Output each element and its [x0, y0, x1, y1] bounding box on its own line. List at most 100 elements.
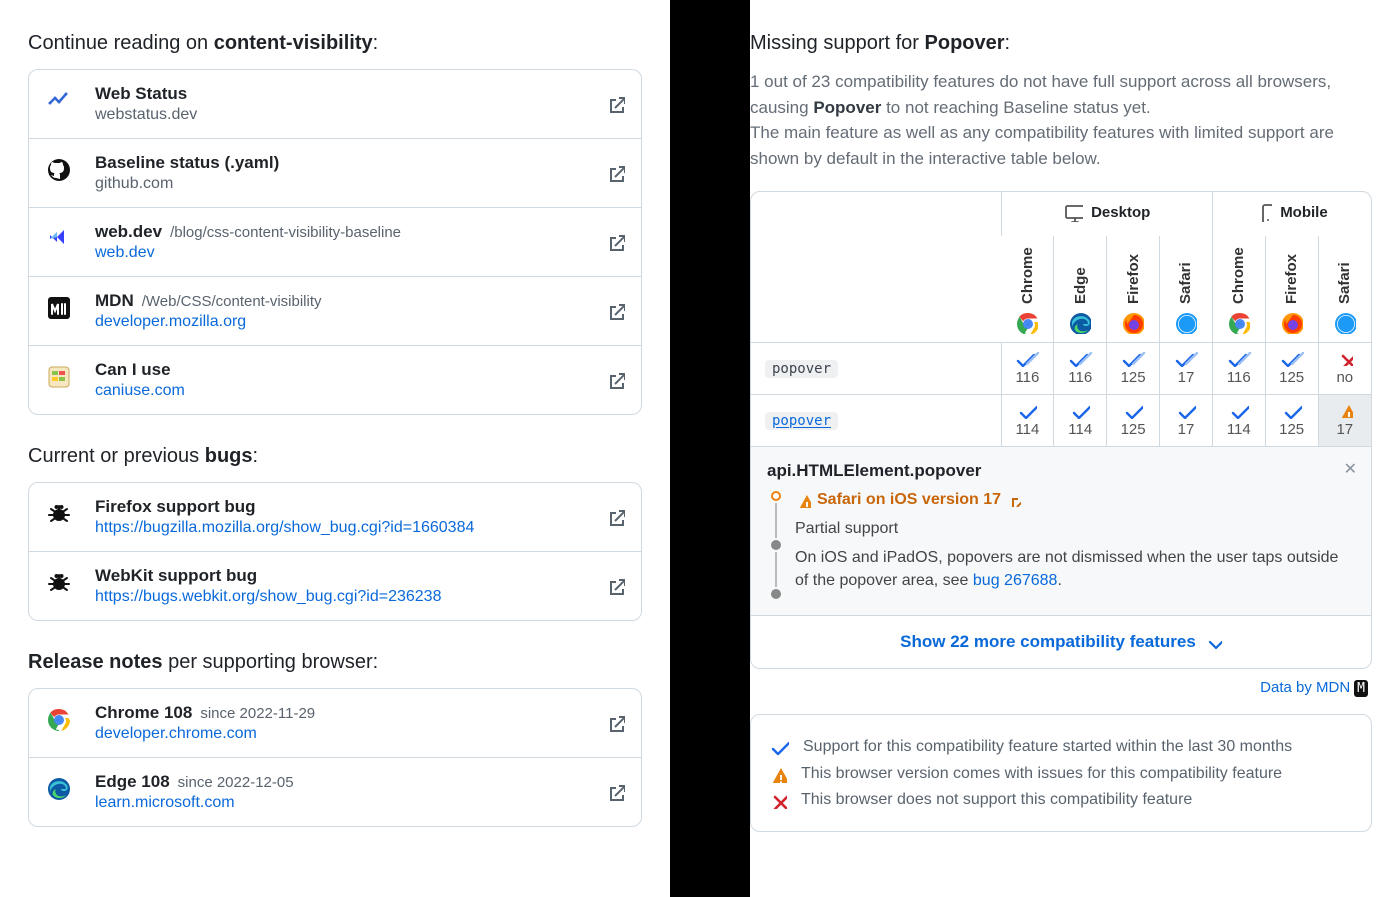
external-link-icon[interactable] — [605, 370, 625, 390]
external-link-icon[interactable] — [605, 232, 625, 252]
left-column: Continue reading on content-visibility: … — [0, 0, 670, 897]
bug-link-card[interactable]: WebKit support bug https://bugs.webkit.o… — [29, 552, 641, 620]
card-title: WebKit support bug — [95, 566, 589, 586]
resource-link-card[interactable]: Can I use caniuse.com — [29, 346, 641, 414]
external-link-icon[interactable] — [605, 576, 625, 596]
card-url: https://bugs.webkit.org/show_bug.cgi?id=… — [95, 588, 589, 606]
close-icon[interactable]: ✕ — [1344, 459, 1357, 479]
legend-unsupported: This browser does not support this compa… — [769, 791, 1353, 809]
support-cell[interactable]: 116 — [1212, 343, 1265, 395]
support-cell[interactable]: no — [1318, 343, 1371, 395]
release-notes-heading: Release notes per supporting browser: — [28, 651, 642, 674]
support-cell[interactable]: 114 — [1054, 395, 1107, 447]
mdn-icon: M — [1354, 680, 1368, 697]
support-cell[interactable]: 17 — [1160, 343, 1213, 395]
detail-note: On iOS and iPadOS, popovers are not dism… — [795, 546, 1355, 592]
platform-mobile-header: Mobile — [1212, 192, 1371, 236]
chevron-down-icon — [1204, 633, 1222, 651]
mobile-icon — [1256, 202, 1272, 222]
browser-column-safari: Safari — [1160, 236, 1213, 343]
detail-bug-link[interactable]: bug 267688 — [973, 572, 1058, 589]
card-since: since 2022-11-29 — [200, 705, 315, 722]
detail-browser-version[interactable]: Safari on iOS version 17 — [795, 491, 1355, 509]
card-title: Baseline status (.yaml) — [95, 153, 279, 173]
compat-row: popover 116 116 125 17 116 125 — [751, 343, 1371, 395]
legend-warn: This browser version comes with issues f… — [769, 765, 1353, 783]
support-cell[interactable]: 125 — [1265, 395, 1318, 447]
card-title: Web Status — [95, 84, 187, 104]
external-link-icon — [1007, 493, 1021, 507]
compat-detail-panel: ✕ api.HTMLElement.popover Safari on iOS … — [751, 446, 1371, 615]
external-link-icon[interactable] — [605, 301, 625, 321]
card-title: Can I use — [95, 360, 171, 380]
safari-icon — [1334, 312, 1356, 334]
external-link-icon[interactable] — [605, 163, 625, 183]
support-cell[interactable]: 114 — [1001, 395, 1054, 447]
card-domain: developer.mozilla.org — [95, 313, 589, 331]
chrome-icon — [1016, 312, 1038, 334]
support-cell[interactable]: 17 — [1160, 395, 1213, 447]
feature-name-cell[interactable]: popover — [751, 395, 1001, 447]
support-cell[interactable]: 125 — [1107, 395, 1160, 447]
card-title: web.dev — [95, 222, 162, 242]
release-notes-list: Chrome 108 since 2022-11-29 developer.ch… — [28, 688, 642, 827]
card-url: https://bugzilla.mozilla.org/show_bug.cg… — [95, 519, 589, 537]
browser-column-edge: Edge — [1054, 236, 1107, 343]
missing-support-heading: Missing support for Popover: — [750, 32, 1372, 55]
support-cell[interactable]: 116 — [1001, 343, 1054, 395]
browser-column-safari: Safari — [1318, 236, 1371, 343]
resource-link-card[interactable]: Baseline status (.yaml) github.com — [29, 139, 641, 208]
caniuse-icon — [47, 365, 77, 395]
legend-supported: Support for this compatibility feature s… — [769, 737, 1353, 757]
card-title: MDN — [95, 291, 134, 311]
card-title: Edge 108 — [95, 772, 170, 792]
external-link-icon[interactable] — [605, 713, 625, 733]
detail-partial-support: Partial support — [795, 517, 1355, 540]
resource-link-card[interactable]: web.dev /blog/css-content-visibility-bas… — [29, 208, 641, 277]
support-cell[interactable]: 17 — [1318, 395, 1371, 447]
desktop-icon — [1063, 202, 1083, 222]
card-title: Chrome 108 — [95, 703, 192, 723]
bugs-list: Firefox support bug https://bugzilla.moz… — [28, 482, 642, 621]
continue-reading-heading: Continue reading on content-visibility: — [28, 32, 642, 55]
github-icon — [47, 158, 77, 188]
edge-icon — [47, 777, 77, 807]
data-by-mdn-link[interactable]: Data by MDNM — [754, 679, 1368, 696]
card-since: since 2022-12-05 — [178, 774, 294, 791]
external-link-icon[interactable] — [605, 94, 625, 114]
bugs-heading: Current or previous bugs: — [28, 445, 642, 468]
missing-support-intro: 1 out of 23 compatibility features do no… — [750, 69, 1372, 171]
show-more-button[interactable]: Show 22 more compatibility features — [751, 615, 1371, 668]
check-icon — [769, 737, 789, 757]
support-cell[interactable]: 125 — [1107, 343, 1160, 395]
firefox-icon — [1281, 312, 1303, 334]
bug-link-card[interactable]: Firefox support bug https://bugzilla.moz… — [29, 483, 641, 552]
browser-column-firefox: Firefox — [1265, 236, 1318, 343]
compat-row: popover 114 114 125 17 114 125 — [751, 395, 1371, 447]
webdev-icon — [47, 227, 77, 257]
card-domain: github.com — [95, 175, 589, 193]
resource-link-card[interactable]: Web Status webstatus.dev — [29, 70, 641, 139]
support-cell[interactable]: 116 — [1054, 343, 1107, 395]
chrome-icon — [47, 708, 77, 738]
bug-icon — [47, 571, 77, 601]
external-link-icon[interactable] — [605, 782, 625, 802]
card-path: /blog/css-content-visibility-baseline — [170, 224, 401, 241]
resource-link-card[interactable]: MDN /Web/CSS/content-visibility develope… — [29, 277, 641, 346]
continue-reading-list: Web Status webstatus.dev Baseline status… — [28, 69, 642, 415]
webstatus-icon — [47, 89, 77, 119]
release-note-card[interactable]: Edge 108 since 2022-12-05 learn.microsof… — [29, 758, 641, 826]
feature-name-cell[interactable]: popover — [751, 343, 1001, 395]
release-note-card[interactable]: Chrome 108 since 2022-11-29 developer.ch… — [29, 689, 641, 758]
browser-column-chrome: Chrome — [1001, 236, 1054, 343]
x-icon — [769, 791, 787, 809]
external-link-icon[interactable] — [605, 507, 625, 527]
card-domain: caniuse.com — [95, 382, 589, 400]
support-cell[interactable]: 125 — [1265, 343, 1318, 395]
platform-desktop-header: Desktop — [1001, 192, 1212, 236]
card-domain: webstatus.dev — [95, 106, 589, 124]
warn-icon — [769, 765, 787, 783]
chrome-icon — [1228, 312, 1250, 334]
support-cell[interactable]: 114 — [1212, 395, 1265, 447]
card-domain: learn.microsoft.com — [95, 794, 589, 812]
